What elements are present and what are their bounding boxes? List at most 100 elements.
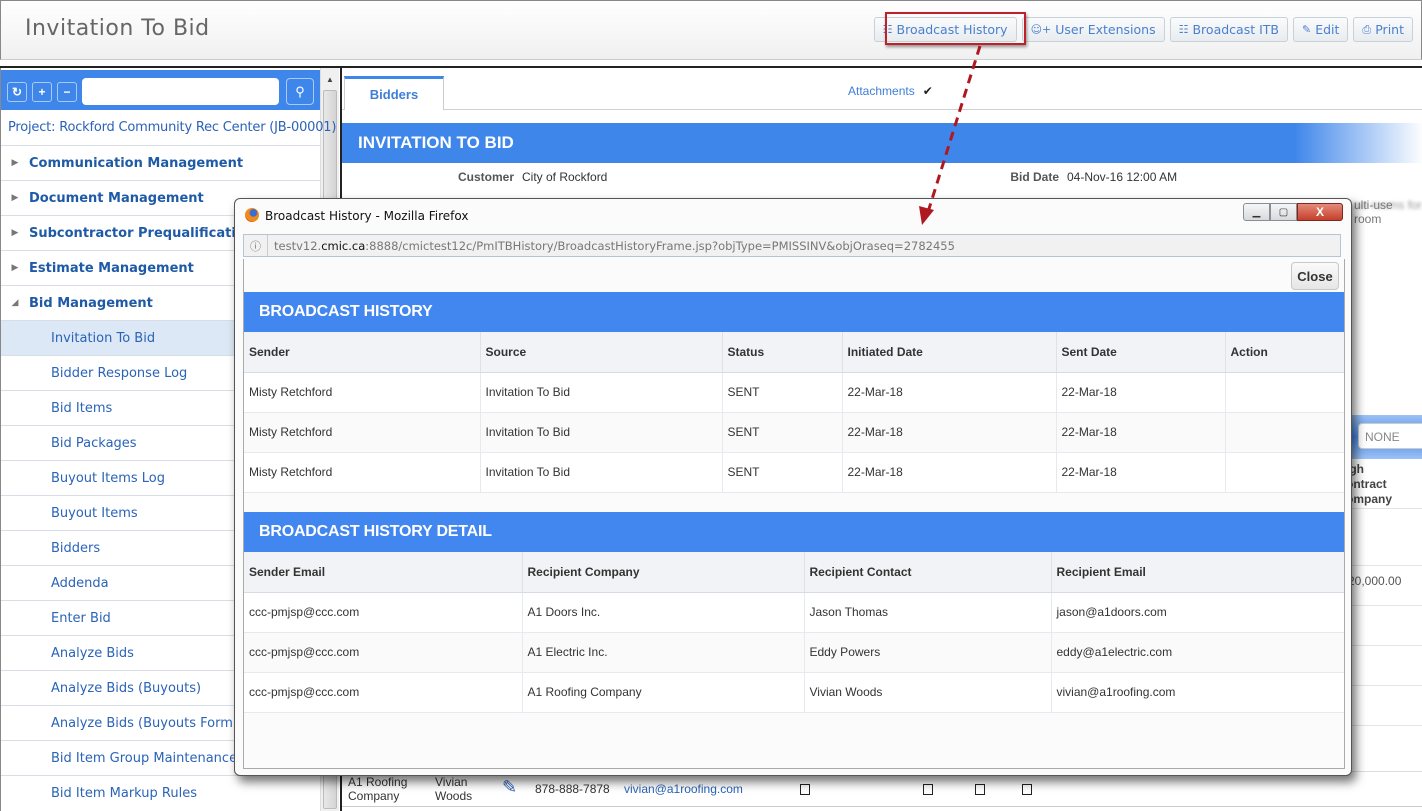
pencil-icon[interactable]: ✎ [502,778,517,796]
caret-right-icon[interactable]: ▶ [1,263,29,273]
info-icon[interactable]: ⓘ [244,235,268,256]
tab-attachments[interactable]: Attachments ✔ [848,84,933,98]
caret-right-icon[interactable]: ▶ [1,228,29,238]
minus-icon: − [63,85,71,99]
tab-label: Attachments [848,84,915,98]
caret-right-icon[interactable]: ▶ [1,158,29,168]
table-cell: 22-Mar-18 [1056,452,1226,493]
checkbox[interactable] [923,784,933,795]
table-cell: Vivian Woods [804,672,1052,713]
sidebar-search-input[interactable] [82,78,279,105]
caret-down-icon[interactable]: ◢ [1,298,29,308]
edit-button[interactable]: ✎ Edit [1292,17,1349,42]
caret-right-icon[interactable]: ▶ [1,193,29,203]
table-cell: Misty Retchford [244,412,481,453]
table-cell: eddy@a1electric.com [1051,632,1344,673]
close-icon: X [1315,205,1324,219]
grid-line [1348,725,1422,726]
sidebar-search-button[interactable]: ⚲ [286,78,314,105]
sidebar-item[interactable]: Bid Item Markup Rules [1,775,320,810]
checkbox[interactable] [1022,784,1032,795]
table-row: ccc-pmjsp@ccc.com A1 Electric Inc. Eddy Po… [244,632,1344,673]
checkbox[interactable] [800,784,810,795]
table-row: Misty Retchford Invitation To Bid SENT 22-M… [244,452,1344,493]
field-value: City of Rockford [522,170,608,184]
table-cell: vivian@a1roofing.com [1051,672,1344,713]
column-header[interactable]: Recipient Company [522,552,805,593]
popup-frame: Close BROADCAST HISTORY Sender Source Stat… [243,259,1345,769]
print-icon: ⎙ [1362,22,1372,36]
table-body: Misty Retchford Invitation To Bid SENT 22-M… [244,372,1344,493]
sidebar-group-label: Bid Management [29,295,153,311]
plus-icon: + [38,85,46,99]
filter-select[interactable]: NONE [1358,423,1422,449]
table-header-row: Sender Source Status Initiated Date Sent Dat… [244,332,1344,373]
column-header[interactable]: Status [722,332,843,373]
customer-field: Customer City of Rockford [402,170,607,184]
url-bar[interactable]: ⓘ testv12.cmic.ca:8888/cmictest12c/PmITB… [243,234,1341,257]
amount-value: 20,000.00 [1348,574,1402,588]
column-header[interactable]: Sender [244,332,481,373]
minimize-button[interactable]: ▁ [1243,203,1270,221]
grid-line [1348,685,1422,686]
table-cell: Invitation To Bid [480,412,723,453]
print-button[interactable]: ⎙ Print [1353,17,1413,42]
window-controls: ▁ ▢ X [1243,203,1343,221]
bidder-email-link[interactable]: vivian@a1roofing.com [624,782,743,796]
column-header[interactable]: Recipient Contact [804,552,1052,593]
column-header[interactable]: Recipient Email [1051,552,1344,593]
table-cell: Jason Thomas [804,592,1052,633]
field-value: 04-Nov-16 12:00 AM [1067,170,1178,184]
column-header-fragment: igh ontract ompany [1346,462,1393,506]
column-header[interactable]: Source [480,332,723,373]
grid-line [1348,508,1422,509]
tab-bidders[interactable]: Bidders [344,76,444,110]
broadcast-history-window: Broadcast History - Mozilla Firefox ▁ ▢ … [234,198,1352,776]
checkbox[interactable] [975,784,985,795]
url-text: testv12.cmic.ca:8888/cmictest12c/PmITBHi… [268,239,955,253]
table-cell: 22-Mar-18 [842,372,1057,413]
rss-icon: ☷ [1178,23,1189,36]
column-header[interactable]: Initiated Date [842,332,1057,373]
table-cell: SENT [722,412,843,453]
table-cell: ccc-pmjsp@ccc.com [244,672,523,713]
table-cell [1225,452,1344,493]
expand-all-button[interactable]: + [32,82,52,102]
user-extensions-button[interactable]: ☺+ User Extensions [1021,17,1165,42]
table-cell [1225,372,1344,413]
close-button[interactable]: Close [1291,262,1339,290]
refresh-icon: ↻ [11,85,23,99]
grid-line [1348,645,1422,646]
button-label: User Extensions [1055,22,1156,37]
sidebar-group-label: Estimate Management [29,260,194,276]
maximize-button[interactable]: ▢ [1270,203,1297,221]
table-row: ccc-pmjsp@ccc.com A1 Roofing Company Vivia… [244,672,1344,713]
sidebar-toolbar: ↻ + − ⚲ [1,70,320,110]
broadcast-itb-button[interactable]: ☷ Broadcast ITB [1169,17,1288,42]
table-row: ccc-pmjsp@ccc.com A1 Doors Inc. Jason Thom… [244,592,1344,633]
button-label: Broadcast ITB [1192,22,1279,37]
minimize-icon: ▁ [1252,206,1261,218]
refresh-button[interactable]: ↻ [7,82,27,102]
collapse-all-button[interactable]: − [57,82,77,102]
section-title: INVITATION TO BID [342,123,1422,163]
sidebar-group[interactable]: ▶ Communication Management [1,145,320,180]
project-link[interactable]: Project: Rockford Community Rec Center (… [8,120,336,135]
window-close-button[interactable]: X [1297,203,1343,221]
scroll-up-arrow-icon[interactable]: ▲ [326,75,334,84]
table-cell: A1 Roofing Company [522,672,805,713]
maximize-icon: ▢ [1278,206,1289,218]
grid-line [1348,565,1422,566]
column-header[interactable]: Sent Date [1056,332,1226,373]
bidder-phone: 878-888-7878 [535,782,610,796]
description-tail: ulti-use room [1354,198,1393,226]
sidebar-group-label: Document Management [29,190,204,206]
pencil-icon: ✎ [1301,23,1312,36]
app-header: Invitation To Bid ☷ Broadcast History ☺+ U… [0,0,1422,60]
column-header[interactable]: Sender Email [244,552,523,593]
broadcast-history-table: Sender Source Status Initiated Date Sent Dat… [244,332,1344,493]
table-cell: 22-Mar-18 [842,452,1057,493]
table-row: Misty Retchford Invitation To Bid SENT 22-M… [244,412,1344,453]
column-header[interactable]: Action [1225,332,1344,373]
field-label: Customer [457,170,514,184]
